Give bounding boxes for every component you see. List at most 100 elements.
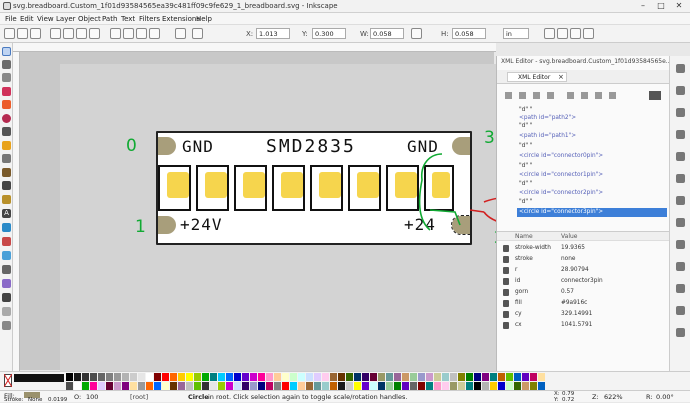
delete-attribute-icon[interactable] (503, 256, 509, 263)
stroke-value[interactable]: None (28, 397, 42, 403)
menu-edit[interactable]: Edit (20, 15, 34, 23)
color-swatch[interactable] (314, 373, 321, 381)
color-swatch[interactable] (66, 373, 73, 381)
color-swatch[interactable] (298, 373, 305, 381)
tree-node[interactable]: "d" " (519, 199, 533, 205)
rectangle-tool-icon[interactable] (2, 100, 11, 109)
dock-icon-3[interactable] (676, 108, 685, 117)
color-swatch[interactable] (218, 373, 225, 381)
tree-node[interactable]: <circle id="connector1pin"> (519, 172, 603, 178)
color-swatch[interactable] (370, 373, 377, 381)
text-tool-icon[interactable]: A (2, 209, 11, 218)
maximize-button[interactable]: □ (652, 1, 670, 11)
delete-node-icon[interactable] (547, 92, 554, 99)
color-swatch[interactable] (482, 382, 489, 390)
dock-icon-12[interactable] (676, 306, 685, 315)
color-swatch[interactable] (234, 382, 241, 390)
connector-tool-icon[interactable] (2, 307, 11, 316)
color-swatch[interactable] (98, 382, 105, 390)
color-swatch[interactable] (266, 382, 273, 390)
color-swatch[interactable] (522, 382, 529, 390)
color-swatch[interactable] (178, 382, 185, 390)
color-swatch[interactable] (530, 373, 537, 381)
xml-editor-tab[interactable]: XML Editor × (507, 72, 567, 82)
color-swatch[interactable] (466, 373, 473, 381)
color-swatch[interactable] (402, 373, 409, 381)
rotate-ccw-icon[interactable] (50, 28, 61, 39)
deselect-icon[interactable] (30, 28, 41, 39)
menu-extensions[interactable]: Extensions (162, 15, 200, 23)
color-swatch[interactable] (146, 382, 153, 390)
color-swatch[interactable] (426, 382, 433, 390)
color-swatch[interactable] (314, 382, 321, 390)
menu-path[interactable]: Path (102, 15, 117, 23)
color-swatch[interactable] (154, 373, 161, 381)
dock-icon-6[interactable] (676, 174, 685, 183)
attribute-value[interactable]: 329.14991 (561, 311, 592, 317)
color-swatch[interactable] (298, 382, 305, 390)
color-swatch[interactable] (322, 382, 329, 390)
color-swatch[interactable] (538, 382, 545, 390)
color-swatch[interactable] (482, 373, 489, 381)
tree-node[interactable]: "d" " (519, 107, 533, 113)
color-swatch[interactable] (186, 373, 193, 381)
tree-node[interactable]: "d" " (519, 163, 533, 169)
move-gradients-icon[interactable] (570, 28, 581, 39)
color-swatch[interactable] (338, 382, 345, 390)
color-swatch[interactable] (458, 373, 465, 381)
color-swatch[interactable] (258, 382, 265, 390)
w-input[interactable]: 0.058 (370, 28, 404, 39)
eraser-tool-icon[interactable] (2, 237, 11, 246)
color-swatch[interactable] (466, 382, 473, 390)
attribute-row[interactable]: stroke none (503, 255, 665, 266)
color-swatch[interactable] (106, 373, 113, 381)
delete-attribute-icon[interactable] (503, 289, 509, 296)
color-swatch[interactable] (74, 373, 81, 381)
swatch-black[interactable] (14, 374, 64, 382)
color-swatch[interactable] (98, 373, 105, 381)
color-swatch[interactable] (90, 382, 97, 390)
color-swatch[interactable] (194, 373, 201, 381)
color-swatch[interactable] (226, 382, 233, 390)
selected-tree-node[interactable]: <circle id="connector3pin"> (517, 208, 667, 217)
color-swatch[interactable] (418, 373, 425, 381)
attribute-value[interactable]: 28.90794 (561, 267, 589, 273)
color-swatch[interactable] (346, 373, 353, 381)
color-swatch[interactable] (266, 373, 273, 381)
color-swatch[interactable] (202, 373, 209, 381)
color-swatch[interactable] (170, 373, 177, 381)
color-swatch[interactable] (114, 373, 121, 381)
color-swatch[interactable] (290, 373, 297, 381)
color-swatch[interactable] (514, 382, 521, 390)
color-swatch[interactable] (122, 382, 129, 390)
color-swatch[interactable] (146, 373, 153, 381)
menu-layer[interactable]: Layer (56, 15, 76, 23)
tweak-tool-icon[interactable] (2, 73, 11, 82)
color-swatch[interactable] (450, 373, 457, 381)
pencil-tool-icon[interactable] (2, 168, 11, 177)
color-swatch[interactable] (362, 373, 369, 381)
spray-tool-icon[interactable] (2, 223, 11, 232)
attribute-row[interactable]: fill #9a916c (503, 299, 665, 310)
color-swatch[interactable] (354, 382, 361, 390)
flip-horizontal-icon[interactable] (76, 28, 87, 39)
connector1-pad[interactable] (158, 216, 176, 234)
raise-to-top-icon[interactable] (110, 28, 121, 39)
attribute-value[interactable]: 1041.5791 (561, 322, 592, 328)
dock-icon-2[interactable] (676, 86, 685, 95)
color-swatch[interactable] (514, 373, 521, 381)
dock-icon-7[interactable] (676, 196, 685, 205)
color-swatch[interactable] (474, 373, 481, 381)
color-swatch[interactable] (410, 382, 417, 390)
indent-node-icon[interactable] (581, 92, 588, 99)
attribute-value[interactable]: #9a916c (561, 300, 587, 306)
color-swatch[interactable] (114, 382, 121, 390)
attribute-row[interactable]: stroke-width 19.9365 (503, 244, 665, 255)
color-swatch[interactable] (330, 382, 337, 390)
delete-attribute-icon[interactable] (503, 300, 509, 307)
color-swatch[interactable] (450, 382, 457, 390)
color-swatch[interactable] (154, 382, 161, 390)
color-swatch[interactable] (106, 382, 113, 390)
circle-tool-icon[interactable] (2, 114, 11, 123)
color-swatch[interactable] (250, 373, 257, 381)
